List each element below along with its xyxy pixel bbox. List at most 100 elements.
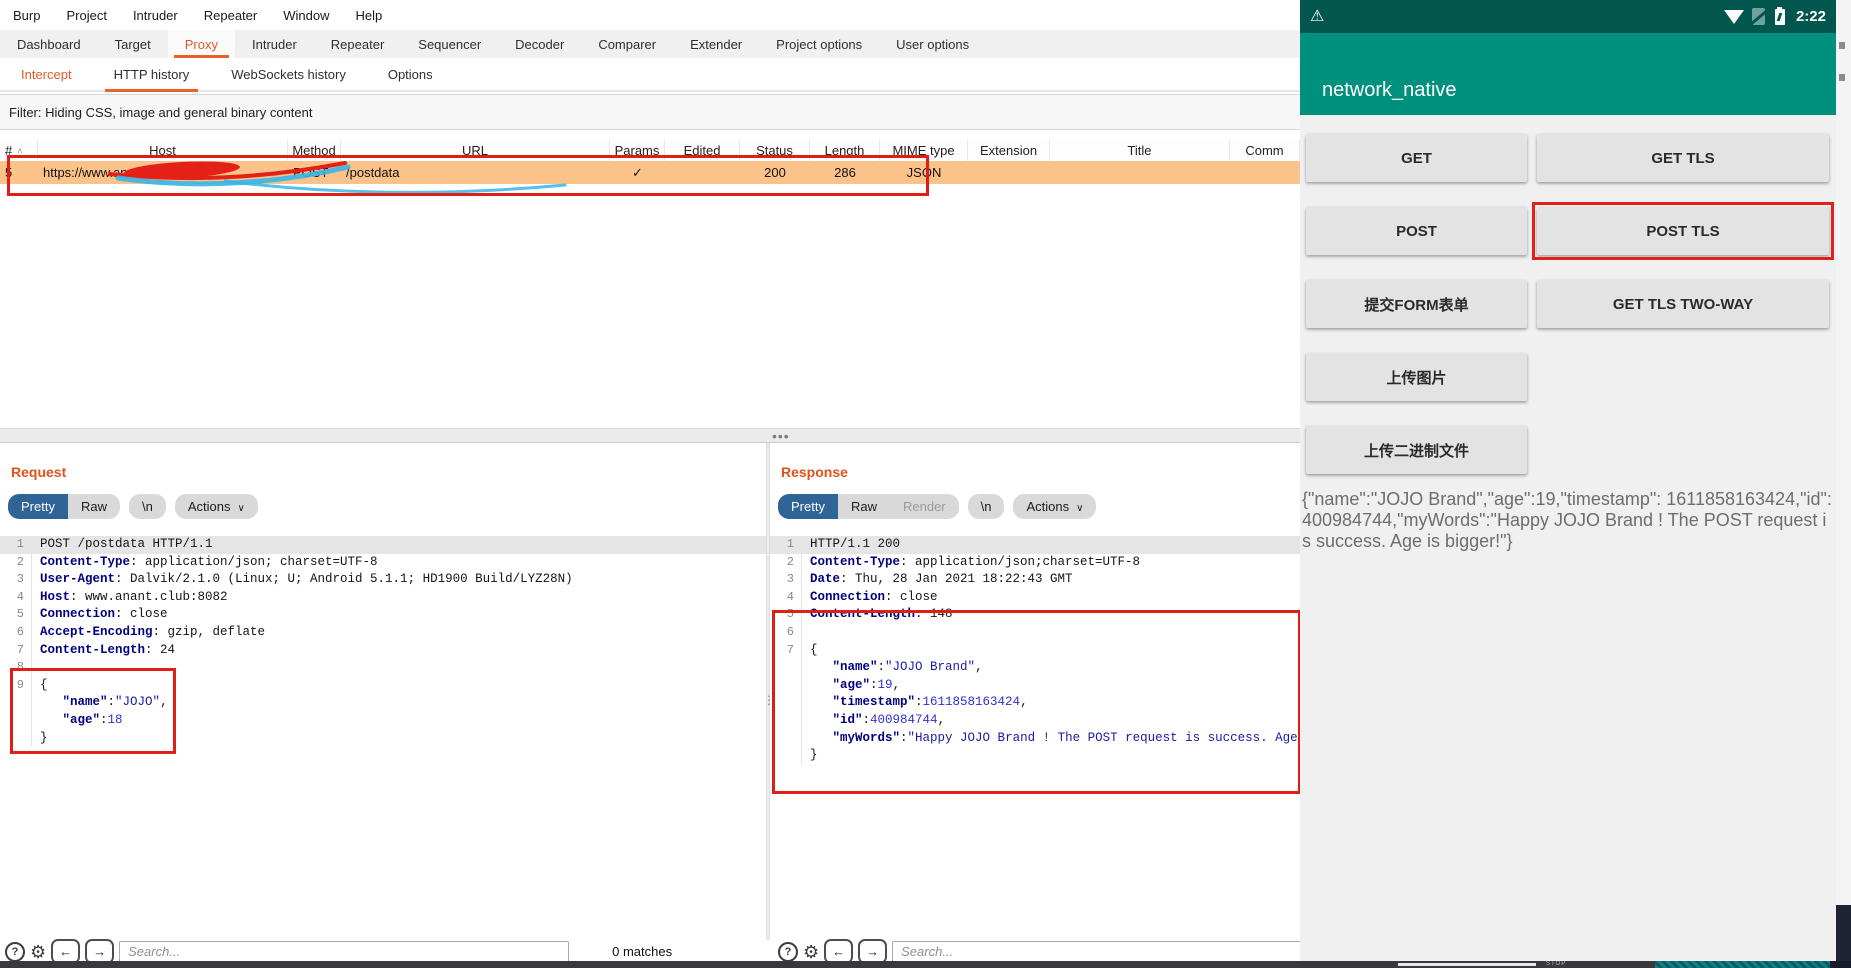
column-header-host[interactable]: Host	[38, 140, 288, 161]
row-cell-params: ✓	[632, 164, 643, 180]
request-editor[interactable]: 1 POST /postdata HTTP/1.1 2 Content-Type: a…	[0, 536, 766, 748]
horizontal-splitter[interactable]: •••	[0, 428, 1300, 444]
line-number: 9	[0, 676, 32, 695]
line-number: 4	[770, 588, 802, 607]
app-button-item[interactable]: 上传二进制文件	[1306, 426, 1527, 474]
code-segment: :	[862, 712, 871, 727]
proxy-sub-tab-bar: Intercept HTTP history WebSockets history O…	[0, 58, 1300, 92]
line-number: 3	[770, 571, 802, 589]
code-segment: Content-Length	[40, 642, 146, 657]
menu-intruder[interactable]: Intruder	[120, 8, 191, 23]
tab-pretty[interactable]: Pretty	[8, 494, 68, 519]
tab-raw[interactable]: Raw	[837, 494, 890, 519]
code-segment: HTTP/1.1 200	[810, 537, 901, 551]
tab-project-options[interactable]: Project options	[759, 30, 879, 58]
menu-window[interactable]: Window	[270, 8, 342, 23]
app-button-post[interactable]: POST	[1306, 207, 1527, 255]
button-cell: GET TLS TWO-WAY	[1537, 280, 1829, 328]
button-cell: GET	[1306, 134, 1527, 182]
main-tab-bar: Dashboard Target Proxy Intruder Repeater Sequ…	[0, 30, 1300, 59]
tab-dashboard[interactable]: Dashboard	[0, 30, 98, 58]
column-header-length[interactable]: Length	[810, 140, 880, 161]
menu-project[interactable]: Project	[53, 8, 119, 23]
code-segment: : application/json;charset=UTF-8	[900, 554, 1141, 569]
response-search-input[interactable]	[892, 940, 1300, 961]
line-number: 6	[0, 623, 32, 642]
code-line: "myWords":"Happy JOJO Brand ! The POST r…	[770, 729, 1300, 748]
code-line: 6	[770, 623, 1300, 642]
menu-burp[interactable]: Burp	[0, 8, 53, 23]
filter-bar[interactable]: Filter: Hiding CSS, image and general bi…	[0, 94, 1300, 130]
tab-user-options[interactable]: User options	[879, 30, 986, 58]
tab-newline[interactable]: \n	[128, 494, 166, 519]
help-icon[interactable]: ?	[5, 941, 25, 961]
column-header-comm[interactable]: Comm	[1230, 140, 1300, 161]
prev-match-button[interactable]: ←	[824, 939, 854, 961]
tab-pretty[interactable]: Pretty	[778, 494, 838, 519]
line-number: 4	[0, 588, 32, 607]
clipped-dark-block	[1836, 905, 1851, 968]
splitter-handle-icon[interactable]: •••	[772, 428, 790, 444]
app-button-post-tls[interactable]: POST TLS	[1537, 207, 1829, 255]
app-button-item[interactable]: 上传图片	[1306, 353, 1527, 401]
prev-match-button[interactable]: ←	[51, 939, 81, 961]
app-button-get-tls[interactable]: GET TLS	[1537, 134, 1829, 182]
clipped-glyph	[1839, 74, 1845, 81]
code-line: "name":"JOJO Brand",	[770, 659, 1300, 677]
code-segment: 1611858163424	[922, 695, 1021, 710]
column-header-title[interactable]: Title	[1050, 140, 1230, 161]
search-bar-row: ? ⚙ ← → 0 matches ? ⚙ ← →	[0, 939, 1300, 961]
column-header-edited[interactable]: Edited	[665, 140, 740, 161]
tab-target[interactable]: Target	[98, 30, 168, 58]
line-number: 5	[770, 606, 802, 624]
code-line: "age":19,	[770, 676, 1300, 695]
tab-raw[interactable]: Raw	[67, 494, 120, 519]
button-cell: 上传二进制文件	[1306, 426, 1527, 474]
tab-sequencer[interactable]: Sequencer	[401, 30, 498, 58]
menu-help[interactable]: Help	[342, 8, 395, 23]
code-segment: : Thu, 28 Jan 2021 18:22:43 GMT	[840, 572, 1073, 587]
tab-comparer[interactable]: Comparer	[581, 30, 673, 58]
column-header-extension[interactable]: Extension	[968, 140, 1050, 161]
column-header-method[interactable]: Method	[288, 140, 341, 161]
tab-repeater[interactable]: Repeater	[314, 30, 401, 58]
code-segment: :	[900, 730, 908, 745]
help-icon[interactable]: ?	[778, 941, 798, 961]
app-button-get-tls-two-way[interactable]: GET TLS TWO-WAY	[1537, 280, 1829, 328]
tab-extender[interactable]: Extender	[673, 30, 759, 58]
code-segment: "Happy JOJO Brand ! The POST request is …	[907, 730, 1298, 745]
subtab-http-history[interactable]: HTTP history	[93, 58, 211, 92]
menu-repeater[interactable]: Repeater	[191, 8, 270, 23]
request-search-input[interactable]	[119, 940, 570, 961]
column-header-params[interactable]: Params	[610, 140, 665, 161]
tab-proxy[interactable]: Proxy	[167, 30, 235, 58]
gear-icon[interactable]: ⚙	[803, 943, 819, 961]
next-match-button[interactable]: →	[858, 939, 888, 961]
next-match-button[interactable]: →	[85, 939, 115, 961]
tab-newline[interactable]: \n	[967, 494, 1005, 519]
app-button-get[interactable]: GET	[1306, 134, 1527, 182]
code-segment: ,	[1020, 695, 1028, 710]
actions-button[interactable]: Actions ∨	[174, 494, 258, 519]
column-header-url[interactable]: URL	[341, 140, 610, 161]
gear-icon[interactable]: ⚙	[30, 943, 46, 961]
match-count: 0 matches	[612, 944, 673, 959]
actions-button[interactable]: Actions ∨	[1013, 494, 1097, 519]
line-text: "age":19,	[810, 677, 901, 695]
response-editor[interactable]: 1 HTTP/1.1 200 2 Content-Type: application/…	[770, 536, 1300, 765]
row-cell-url: /postdata	[346, 165, 400, 180]
request-panel-title: Request	[11, 464, 67, 480]
tab-decoder[interactable]: Decoder	[498, 30, 581, 58]
column-header-status[interactable]: Status	[740, 140, 810, 161]
subtab-websockets-history[interactable]: WebSockets history	[210, 58, 367, 90]
history-table-row[interactable]: 5 https://www.anant.club:8082 POST/postdat…	[0, 161, 1300, 184]
column-header-item[interactable]: # ˄	[0, 140, 38, 161]
subtab-options[interactable]: Options	[367, 58, 454, 90]
subtab-intercept[interactable]: Intercept	[0, 58, 93, 90]
column-header-mime-type[interactable]: MIME type	[880, 140, 968, 161]
tab-intruder[interactable]: Intruder	[235, 30, 314, 58]
line-text: }	[40, 730, 48, 748]
app-button-form[interactable]: 提交FORM表单	[1306, 280, 1527, 328]
